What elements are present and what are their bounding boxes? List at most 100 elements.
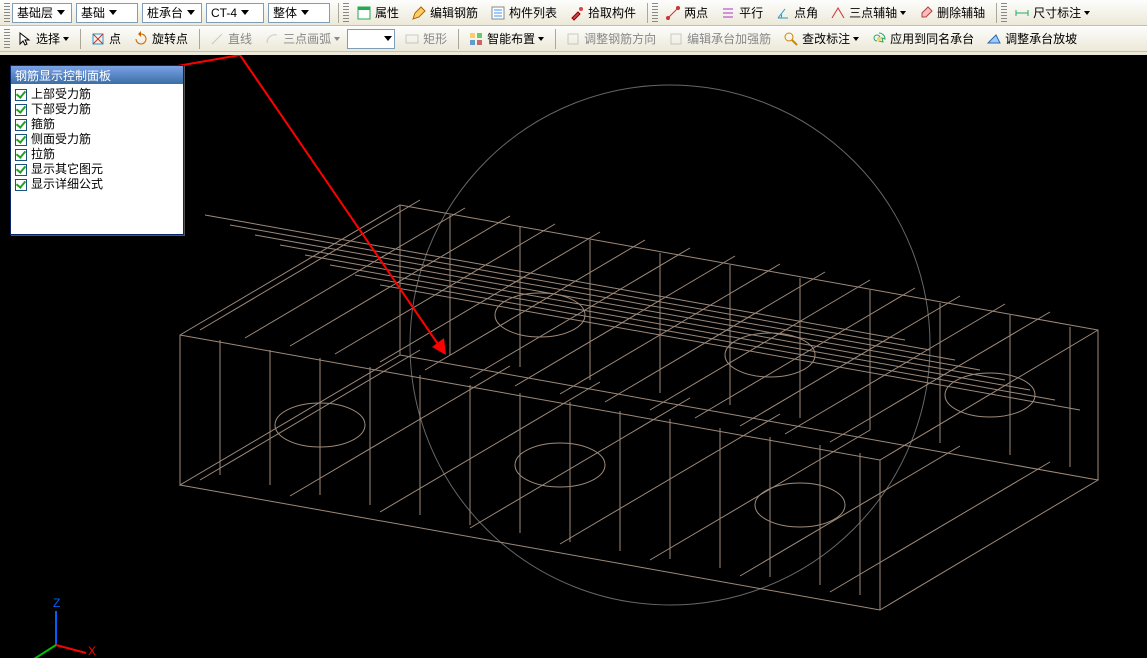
checkbox-label: 显示详细公式 [31, 177, 103, 192]
checkbox-row[interactable]: 侧面受力筋 [15, 132, 179, 147]
point-icon [90, 31, 106, 47]
three-point-arc-button: 三点画弧 [259, 28, 345, 50]
toolbar-grip [4, 29, 10, 49]
layer-combo[interactable]: 基础层 [12, 3, 72, 23]
two-points-icon [665, 5, 681, 21]
chevron-down-icon [301, 10, 309, 15]
arc-icon [264, 31, 280, 47]
checkbox-label: 显示其它图元 [31, 162, 103, 177]
chevron-down-icon [241, 10, 249, 15]
adjust-cap-slope-button[interactable]: 调整承台放坡 [981, 28, 1082, 50]
checkbox-label: 侧面受力筋 [31, 132, 91, 147]
button-label: 点 [109, 30, 121, 47]
checkbox-row[interactable]: 拉筋 [15, 147, 179, 162]
checkbox-row[interactable]: 上部受力筋 [15, 87, 179, 102]
component-list-button[interactable]: 构件列表 [485, 2, 562, 24]
two-points-button[interactable]: 两点 [660, 2, 713, 24]
separator [555, 29, 556, 49]
select-button[interactable]: 选择 [12, 28, 74, 50]
chevron-down-icon [187, 10, 195, 15]
slope-icon [986, 31, 1002, 47]
point-button[interactable]: 点 [85, 28, 126, 50]
chevron-down-icon [853, 37, 859, 41]
button-label: 两点 [684, 4, 708, 21]
point-angle-button[interactable]: 点角 [770, 2, 823, 24]
chevron-down-icon [109, 10, 117, 15]
separator [199, 29, 200, 49]
toolbar-grip [343, 3, 349, 23]
button-label: 旋转点 [152, 30, 188, 47]
rotate-point-button[interactable]: 旋转点 [128, 28, 193, 50]
button-label: 构件列表 [509, 4, 557, 21]
apply-same-cap-button[interactable]: 应用到同名承台 [866, 28, 979, 50]
cursor-icon [17, 31, 33, 47]
separator [458, 29, 459, 49]
toolbar-grip [1001, 3, 1007, 23]
edit-rebar-button[interactable]: 编辑钢筋 [406, 2, 483, 24]
toolbar-row-1: 基础层 基础 桩承台 CT-4 整体 属性 编辑钢筋 构件列表 [0, 0, 1147, 26]
checkbox-icon[interactable] [15, 149, 27, 161]
chevron-down-icon [900, 11, 906, 15]
button-label: 点角 [794, 4, 818, 21]
view-annotation-button[interactable]: 查改标注 [778, 28, 864, 50]
button-label: 编辑承台加强筋 [687, 30, 771, 47]
category-combo[interactable]: 基础 [76, 3, 138, 23]
button-label: 删除辅轴 [937, 4, 985, 21]
toolbar-row-2: 选择 点 旋转点 直线 三点画弧 矩形 [0, 26, 1147, 52]
checkbox-label: 下部受力筋 [31, 102, 91, 117]
panel-title-text: 钢筋显示控制面板 [15, 67, 111, 84]
button-label: 调整承台放坡 [1005, 30, 1077, 47]
delete-aux-button[interactable]: 删除辅轴 [913, 2, 990, 24]
chevron-down-icon [384, 36, 392, 41]
magnifier-icon [783, 31, 799, 47]
three-point-aux-button[interactable]: 三点辅轴 [825, 2, 911, 24]
checkbox-icon[interactable] [15, 104, 27, 116]
checkbox-icon[interactable] [15, 134, 27, 146]
separator [647, 3, 648, 23]
toolbar-grip [4, 3, 10, 23]
category-combo-text: 基础 [81, 4, 105, 21]
edit-cap-icon [668, 31, 684, 47]
button-label: 编辑钢筋 [430, 4, 478, 21]
rebar-display-panel[interactable]: 钢筋显示控制面板 上部受力筋 下部受力筋 箍筋 侧面受力筋 拉筋 显示其它图元 … [10, 65, 184, 235]
parallel-icon [720, 5, 736, 21]
chevron-down-icon [1084, 11, 1090, 15]
chevron-down-icon [334, 37, 340, 41]
button-label: 查改标注 [802, 30, 850, 47]
chevron-down-icon [63, 37, 69, 41]
checkbox-icon[interactable] [15, 164, 27, 176]
checkbox-row[interactable]: 显示其它图元 [15, 162, 179, 177]
direction-icon [565, 31, 581, 47]
subtype-combo[interactable]: 桩承台 [142, 3, 202, 23]
pencil-icon [411, 5, 427, 21]
chevron-down-icon [538, 37, 544, 41]
properties-icon [356, 5, 372, 21]
eyedropper-icon [569, 5, 585, 21]
checkbox-icon[interactable] [15, 179, 27, 191]
smart-layout-button[interactable]: 智能布置 [463, 28, 549, 50]
button-label: 三点辅轴 [849, 4, 897, 21]
scope-combo[interactable]: 整体 [268, 3, 330, 23]
chevron-down-icon [57, 10, 65, 15]
layer-combo-text: 基础层 [17, 4, 53, 21]
element-combo[interactable]: CT-4 [206, 3, 264, 23]
rect-button: 矩形 [399, 28, 452, 50]
separator [996, 3, 997, 23]
checkbox-row[interactable]: 显示详细公式 [15, 177, 179, 192]
axis-z-label: Z [53, 596, 60, 610]
parallel-button[interactable]: 平行 [715, 2, 768, 24]
line-icon [209, 31, 225, 47]
checkbox-icon[interactable] [15, 89, 27, 101]
pick-component-button[interactable]: 拾取构件 [564, 2, 641, 24]
smart-icon [468, 31, 484, 47]
edit-cap-rebar-button: 编辑承台加强筋 [663, 28, 776, 50]
checkbox-row[interactable]: 下部受力筋 [15, 102, 179, 117]
button-label: 应用到同名承台 [890, 30, 974, 47]
checkbox-row[interactable]: 箍筋 [15, 117, 179, 132]
panel-title[interactable]: 钢筋显示控制面板 [11, 66, 183, 84]
properties-button[interactable]: 属性 [351, 2, 404, 24]
checkbox-icon[interactable] [15, 119, 27, 131]
dimension-button[interactable]: 尺寸标注 [1009, 2, 1095, 24]
toolbar-grip [652, 3, 658, 23]
value-input[interactable] [347, 29, 395, 49]
